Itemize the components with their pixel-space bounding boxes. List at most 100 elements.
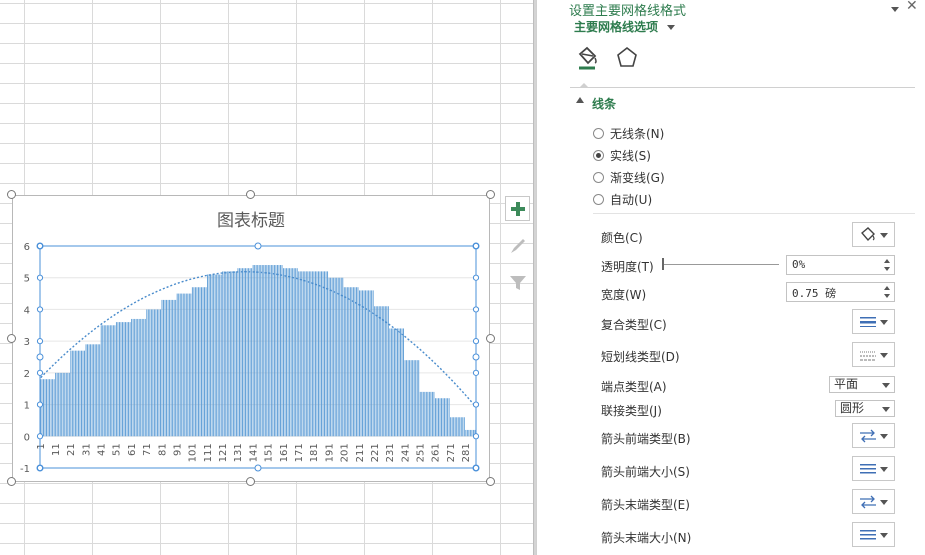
bar [434,398,436,437]
cap-type-dropdown[interactable]: 平面 [829,376,895,393]
x-tick-label: 31 [81,443,92,456]
spin-down-icon[interactable] [884,267,890,271]
radio-button[interactable] [593,128,604,139]
bar [184,293,186,437]
section-header-line[interactable]: 线条 [592,95,616,112]
bar [313,271,315,437]
radio-gradient-line[interactable]: 渐变线(G) [593,169,665,186]
chart-resize-handle[interactable] [7,190,16,199]
bar [132,318,134,437]
bar [324,271,325,437]
bar [280,265,281,437]
x-tick-label: 71 [142,443,153,456]
radio-solid-line[interactable]: 实线(S) [593,147,651,164]
bar [389,328,391,437]
begin-arrow-type-button[interactable] [852,423,895,448]
bar [393,328,395,437]
transparency-label: 透明度(T) [601,260,654,274]
y-tick-label: 2 [24,369,30,380]
bar [179,293,181,437]
chart-filters-button[interactable] [505,270,530,295]
pane-options-dropdown-icon[interactable] [890,2,900,16]
radio-label: 实线(S) [610,149,651,163]
collapse-arrow-icon[interactable] [576,97,584,103]
bar [295,268,297,437]
bar [220,274,222,437]
close-icon[interactable]: ✕ [906,0,918,14]
chart-elements-button[interactable] [505,196,530,221]
bar [293,268,295,437]
end-arrow-size-button[interactable] [852,522,895,547]
radio-button-selected[interactable] [593,150,604,161]
width-input[interactable]: 0.75 磅 [786,282,895,302]
chart-area[interactable]: 图表标题 -1 0 1 2 3 4 5 6 1 11 21 31 41 51 61 71 81 91 101 111 1… [12,195,490,482]
bar [406,360,408,437]
pane-subtitle[interactable]: 主要网格线选项 [574,18,676,35]
bar [219,274,221,437]
bar [463,417,465,437]
bar [64,372,66,437]
width-value: 0.75 磅 [792,287,837,300]
begin-arrow-size-button[interactable] [852,456,895,481]
plot-resize-handle [254,464,262,472]
fill-line-tab[interactable] [574,45,600,71]
join-type-dropdown[interactable]: 圆形 [835,400,895,417]
bar [340,277,342,437]
bar [228,271,230,437]
bar [365,290,367,437]
bar [304,271,306,437]
bar [49,379,51,437]
dash-type-button[interactable] [852,342,895,367]
bar [77,350,79,437]
bar [269,265,271,437]
y-tick-label: -1 [20,464,30,475]
transparency-slider[interactable] [662,264,779,265]
bar [448,398,450,437]
bar [225,271,227,437]
spin-down-icon[interactable] [884,294,890,298]
bar [96,344,98,437]
bar [242,268,243,437]
bar [118,322,120,437]
radio-button[interactable] [593,194,604,205]
x-tick-label: 81 [157,443,168,456]
chart-styles-button[interactable] [505,233,530,258]
bar [319,271,321,437]
bar [191,287,193,437]
bar [439,398,441,437]
bar [433,391,435,437]
transparency-input[interactable]: 0% [786,255,895,275]
bar [459,417,461,437]
chart-resize-handle[interactable] [7,334,16,343]
bar [292,268,294,437]
chart-resize-handle[interactable] [486,334,495,343]
chart-resize-handle[interactable] [486,477,495,486]
bar [266,265,268,437]
effects-tab[interactable] [614,45,640,71]
bar [283,268,284,437]
bar [153,309,155,437]
x-tick-label: 281 [461,443,472,462]
radio-automatic[interactable]: 自动(U) [593,191,652,208]
spin-up-icon[interactable] [884,286,890,290]
bar [53,379,55,437]
chevron-down-icon [880,500,888,505]
bar [460,417,462,437]
bar [232,271,234,437]
chart-resize-handle[interactable] [246,477,255,486]
bar [275,265,277,437]
bar [194,287,196,437]
radio-button[interactable] [593,172,604,183]
bar [68,372,70,437]
slider-thumb[interactable] [662,258,664,270]
chart-resize-handle[interactable] [246,190,255,199]
color-picker-button[interactable] [852,222,895,247]
chart-resize-handle[interactable] [7,477,16,486]
end-arrow-type-button[interactable] [852,489,895,514]
chart-resize-handle[interactable] [486,190,495,199]
plot-area[interactable]: -101234561 11 21 31 41 51 61 71 81 91 101 111 121 131… [13,196,491,483]
spin-up-icon[interactable] [884,259,890,263]
pane-border [536,0,537,555]
radio-no-line[interactable]: 无线条(N) [593,125,664,142]
compound-type-button[interactable] [852,309,895,334]
